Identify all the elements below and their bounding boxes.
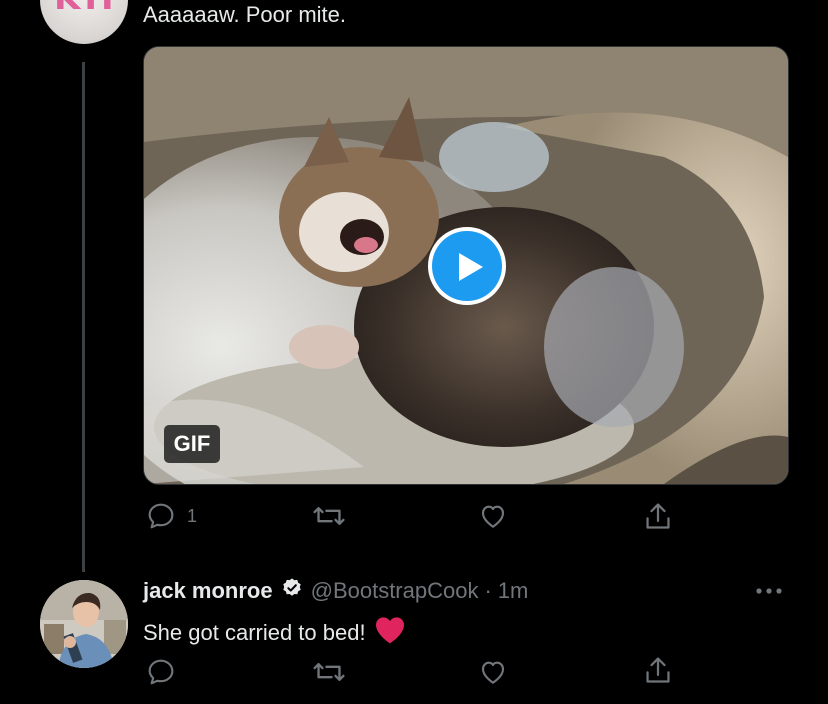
avatar[interactable] (40, 580, 128, 668)
reply-count: 1 (187, 505, 198, 526)
tweet-text: She got carried to bed! (143, 620, 366, 645)
avatar-photo (40, 580, 128, 668)
tweet-body: She got carried to bed! (143, 615, 406, 651)
share-icon (642, 500, 674, 534)
reply-button[interactable]: 1 (145, 500, 197, 532)
reply-icon (145, 656, 177, 688)
like-icon (476, 500, 510, 532)
tweet-header: jack monroe @BootstrapCook · 1m (143, 577, 528, 605)
timestamp[interactable]: 1m (498, 578, 529, 604)
tweet-text: Aaaaaaw. Poor mite. (143, 2, 347, 27)
reply-icon (145, 500, 177, 532)
like-button[interactable] (476, 500, 510, 532)
play-button[interactable] (428, 227, 506, 305)
play-button-fill (432, 231, 502, 301)
more-button[interactable] (752, 582, 786, 605)
more-icon (752, 587, 786, 604)
avatar-graphic: KYI (54, 0, 114, 15)
share-button[interactable] (642, 654, 674, 688)
verified-icon (281, 577, 303, 605)
retweet-icon (312, 656, 346, 688)
avatar[interactable]: KYI (40, 0, 128, 44)
retweet-icon (312, 500, 346, 532)
play-icon (459, 253, 483, 281)
like-icon (476, 656, 510, 688)
retweet-button[interactable] (312, 656, 346, 688)
retweet-button[interactable] (312, 500, 346, 532)
gif-media[interactable]: GIF (143, 46, 789, 485)
separator: · (484, 578, 492, 603)
like-button[interactable] (476, 656, 510, 688)
share-button[interactable] (642, 500, 674, 534)
reply-button[interactable] (145, 656, 177, 688)
gif-badge: GIF (164, 425, 220, 463)
handle[interactable]: @BootstrapCook (311, 578, 479, 604)
share-icon (642, 654, 674, 688)
display-name[interactable]: jack monroe (143, 578, 273, 604)
heart-emoji (374, 615, 406, 651)
thread-line (82, 62, 85, 572)
